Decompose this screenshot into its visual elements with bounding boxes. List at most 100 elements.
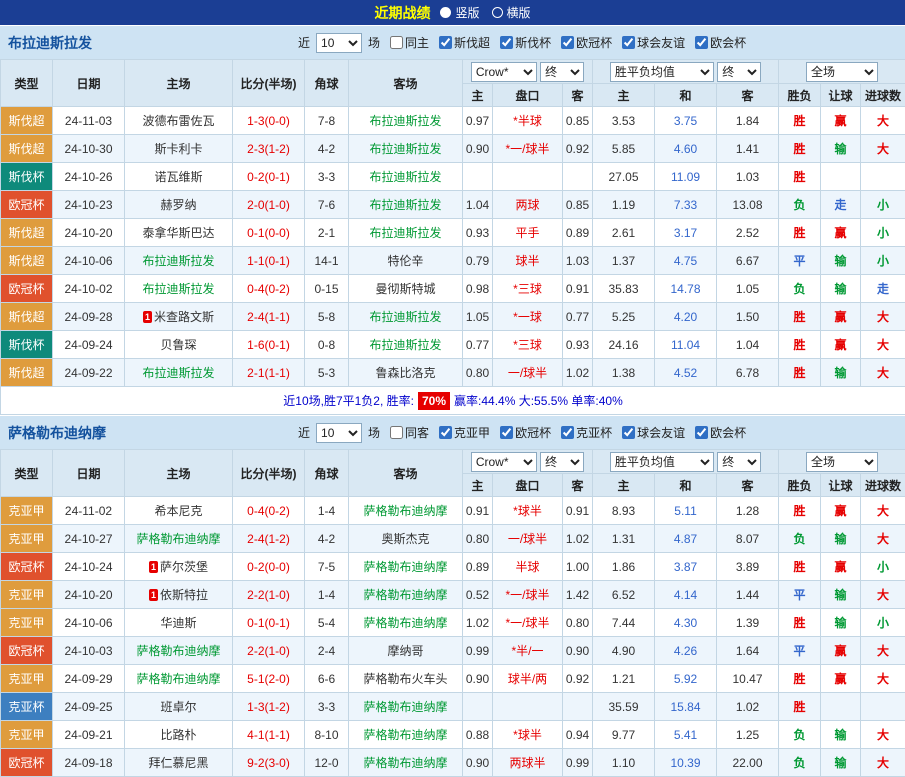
avg-home-odds: 1.38: [593, 359, 655, 387]
league-filter[interactable]: 克亚甲: [432, 424, 490, 441]
handicap-result: 赢: [821, 665, 861, 693]
corner-count: 0-8: [305, 331, 349, 359]
match-result: 平: [779, 247, 821, 275]
goals-result: 小: [861, 219, 905, 247]
avg-away-odds: 13.08: [717, 191, 779, 219]
league-filter[interactable]: 欧冠杯: [493, 424, 551, 441]
same-venue-label: 同主: [405, 34, 429, 51]
col-handicap: 让球: [821, 84, 861, 107]
match-row: 斯伐超24-09-281米查路文斯2-4(1-1)5-8布拉迪斯拉发1.05*一…: [1, 303, 905, 331]
match-row: 克亚甲24-10-06华迪斯0-1(0-1)5-4萨格勒布迪纳摩1.02*一/球…: [1, 609, 905, 637]
match-result: 平: [779, 581, 821, 609]
league-checkbox[interactable]: [695, 426, 708, 439]
home-team-name: 比路朴: [160, 728, 196, 742]
match-result: 胜: [779, 163, 821, 191]
handicap-result: 输: [821, 135, 861, 163]
handicap-group-header: Crow* 终: [463, 450, 593, 474]
same-venue-filter[interactable]: 同客: [383, 424, 429, 441]
league-checkbox[interactable]: [500, 36, 513, 49]
match-date: 24-10-27: [53, 525, 125, 553]
final-odds-select-2[interactable]: 终: [717, 62, 761, 82]
avg-away-odds: 22.00: [717, 749, 779, 777]
near-label: 近: [298, 424, 310, 441]
league-filter[interactable]: 球会友谊: [615, 34, 685, 51]
corner-count: 1-4: [305, 581, 349, 609]
recent-count-select[interactable]: 10: [316, 33, 362, 53]
match-row: 克亚甲24-11-02希本尼克0-4(0-2)1-4萨格勒布迪纳摩0.91*球半…: [1, 497, 905, 525]
scope-select[interactable]: 全场: [806, 452, 878, 472]
avg-odds-select[interactable]: 胜平负均值: [610, 62, 714, 82]
league-checkbox[interactable]: [439, 36, 452, 49]
same-venue-checkbox[interactable]: [390, 426, 403, 439]
home-team: 萨格勒布迪纳摩: [125, 637, 233, 665]
away-team: 鲁森比洛克: [349, 359, 463, 387]
league-checkbox[interactable]: [622, 426, 635, 439]
league-checkbox[interactable]: [561, 36, 574, 49]
bookmaker-select[interactable]: Crow*: [471, 452, 537, 472]
col-handicap: 让球: [821, 474, 861, 497]
asian-away-odds: 0.85: [563, 191, 593, 219]
league-checkbox[interactable]: [500, 426, 513, 439]
away-team-name: 萨格勒布迪纳摩: [363, 616, 447, 630]
league-checkbox[interactable]: [439, 426, 452, 439]
avg-away-odds: 6.67: [717, 247, 779, 275]
avg-away-odds: 1.02: [717, 693, 779, 721]
recent-count-select[interactable]: 10: [316, 423, 362, 443]
asian-away-odds: 1.42: [563, 581, 593, 609]
away-team-name: 布拉迪斯拉发: [369, 142, 441, 156]
view-option[interactable]: 竖版: [440, 4, 479, 21]
col-goals: 进球数: [861, 84, 905, 107]
final-odds-select[interactable]: 终: [540, 452, 584, 472]
match-row: 斯伐超24-10-06布拉迪斯拉发1-1(0-1)14-1特伦辛0.79球半1.…: [1, 247, 905, 275]
summary-row: 近10场,胜7平1负2, 胜率:70%赢率:44.4% 大:55.5% 单率:4…: [1, 387, 905, 415]
avg-draw-odds: 15.84: [655, 693, 717, 721]
bookmaker-select[interactable]: Crow*: [471, 62, 537, 82]
avg-draw-odds: 5.41: [655, 721, 717, 749]
col-result: 胜负: [779, 84, 821, 107]
league-filter[interactable]: 欧会杯: [688, 34, 746, 51]
avg-home-odds: 1.31: [593, 525, 655, 553]
col-ep-home: 主: [593, 84, 655, 107]
league-filter[interactable]: 欧会杯: [688, 424, 746, 441]
league-filter-label: 球会友谊: [637, 424, 685, 441]
league-type-badge: 斯伐超: [1, 247, 53, 275]
league-filter[interactable]: 克亚杯: [554, 424, 612, 441]
corner-count: 8-10: [305, 721, 349, 749]
league-filter[interactable]: 斯伐杯: [493, 34, 551, 51]
same-venue-filter[interactable]: 同主: [383, 34, 429, 51]
away-team-name: 布拉迪斯拉发: [369, 114, 441, 128]
col-ep-draw: 和: [655, 84, 717, 107]
asian-away-odds: 1.00: [563, 553, 593, 581]
away-team-name: 特伦辛: [387, 254, 423, 268]
asian-handicap-line: *球半: [493, 497, 563, 525]
league-type-badge: 斯伐杯: [1, 331, 53, 359]
avg-home-odds: 24.16: [593, 331, 655, 359]
col-odds-away: 客: [563, 474, 593, 497]
final-odds-select-2[interactable]: 终: [717, 452, 761, 472]
avg-draw-odds: 4.30: [655, 609, 717, 637]
away-team: 布拉迪斯拉发: [349, 163, 463, 191]
league-checkbox[interactable]: [561, 426, 574, 439]
col-type: 类型: [1, 60, 53, 107]
handicap-result: [821, 163, 861, 191]
col-score: 比分(半场): [233, 450, 305, 497]
corner-count: 7-6: [305, 191, 349, 219]
same-venue-checkbox[interactable]: [390, 36, 403, 49]
asian-away-odds: 0.94: [563, 721, 593, 749]
asian-handicap-line: 球半/两: [493, 665, 563, 693]
away-team: 萨格勒布迪纳摩: [349, 497, 463, 525]
league-filter[interactable]: 欧冠杯: [554, 34, 612, 51]
handicap-result: 赢: [821, 497, 861, 525]
league-filter[interactable]: 斯伐超: [432, 34, 490, 51]
handicap-result: 赢: [821, 219, 861, 247]
league-checkbox[interactable]: [695, 36, 708, 49]
avg-odds-select[interactable]: 胜平负均值: [610, 452, 714, 472]
col-type: 类型: [1, 450, 53, 497]
league-checkbox[interactable]: [622, 36, 635, 49]
final-odds-select[interactable]: 终: [540, 62, 584, 82]
view-option[interactable]: 横版: [492, 4, 531, 21]
league-filter[interactable]: 球会友谊: [615, 424, 685, 441]
asian-handicap-line: [493, 163, 563, 191]
avg-away-odds: 3.89: [717, 553, 779, 581]
scope-select[interactable]: 全场: [806, 62, 878, 82]
